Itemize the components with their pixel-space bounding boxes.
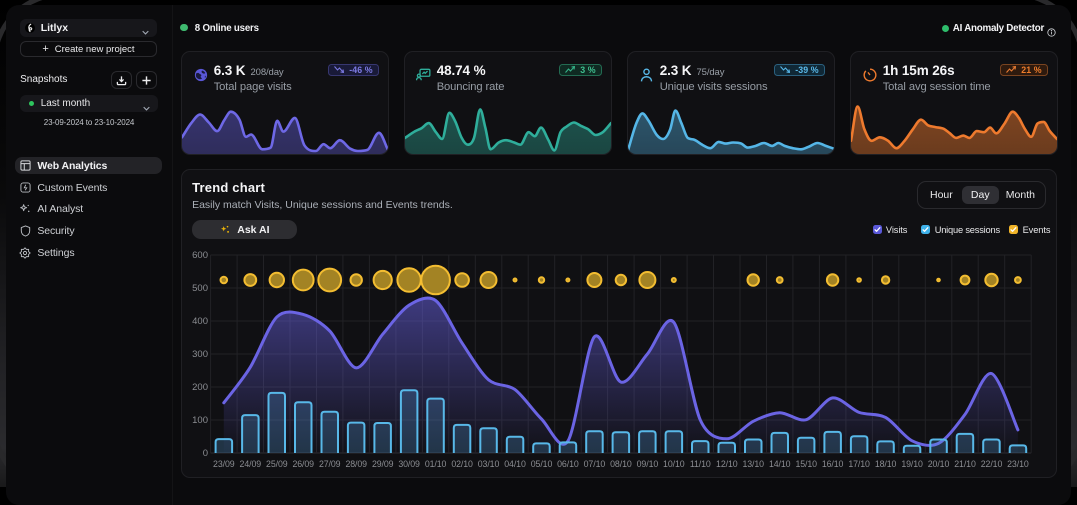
svg-text:14/10: 14/10 — [769, 459, 791, 469]
svg-text:18/10: 18/10 — [875, 459, 897, 469]
svg-text:07/10: 07/10 — [584, 459, 606, 469]
svg-text:26/09: 26/09 — [293, 459, 315, 469]
svg-text:04/10: 04/10 — [505, 459, 527, 469]
svg-text:24/09: 24/09 — [240, 459, 262, 469]
svg-text:01/10: 01/10 — [425, 459, 447, 469]
svg-text:100: 100 — [193, 415, 209, 426]
svg-text:600: 600 — [193, 250, 209, 261]
svg-text:06/10: 06/10 — [558, 459, 580, 469]
svg-text:0: 0 — [203, 448, 208, 459]
svg-text:27/09: 27/09 — [319, 459, 341, 469]
svg-text:19/10: 19/10 — [902, 459, 924, 469]
svg-text:21/10: 21/10 — [955, 459, 977, 469]
svg-text:03/10: 03/10 — [478, 459, 500, 469]
svg-text:500: 500 — [193, 283, 209, 294]
svg-text:20/10: 20/10 — [928, 459, 950, 469]
svg-text:25/09: 25/09 — [266, 459, 288, 469]
svg-text:10/10: 10/10 — [663, 459, 685, 469]
svg-text:05/10: 05/10 — [531, 459, 553, 469]
svg-text:22/10: 22/10 — [981, 459, 1003, 469]
svg-text:23/10: 23/10 — [1008, 459, 1030, 469]
svg-text:02/10: 02/10 — [452, 459, 474, 469]
svg-text:29/09: 29/09 — [372, 459, 394, 469]
svg-text:17/10: 17/10 — [849, 459, 871, 469]
svg-text:16/10: 16/10 — [822, 459, 844, 469]
svg-text:400: 400 — [193, 316, 209, 327]
svg-text:12/10: 12/10 — [716, 459, 738, 469]
svg-text:09/10: 09/10 — [637, 459, 659, 469]
svg-text:13/10: 13/10 — [743, 459, 765, 469]
svg-text:300: 300 — [193, 349, 209, 360]
svg-text:200: 200 — [193, 382, 209, 393]
svg-text:08/10: 08/10 — [611, 459, 633, 469]
svg-text:15/10: 15/10 — [796, 459, 818, 469]
svg-text:30/09: 30/09 — [399, 459, 421, 469]
svg-text:28/09: 28/09 — [346, 459, 368, 469]
svg-text:23/09: 23/09 — [213, 459, 235, 469]
svg-text:11/10: 11/10 — [690, 459, 711, 469]
